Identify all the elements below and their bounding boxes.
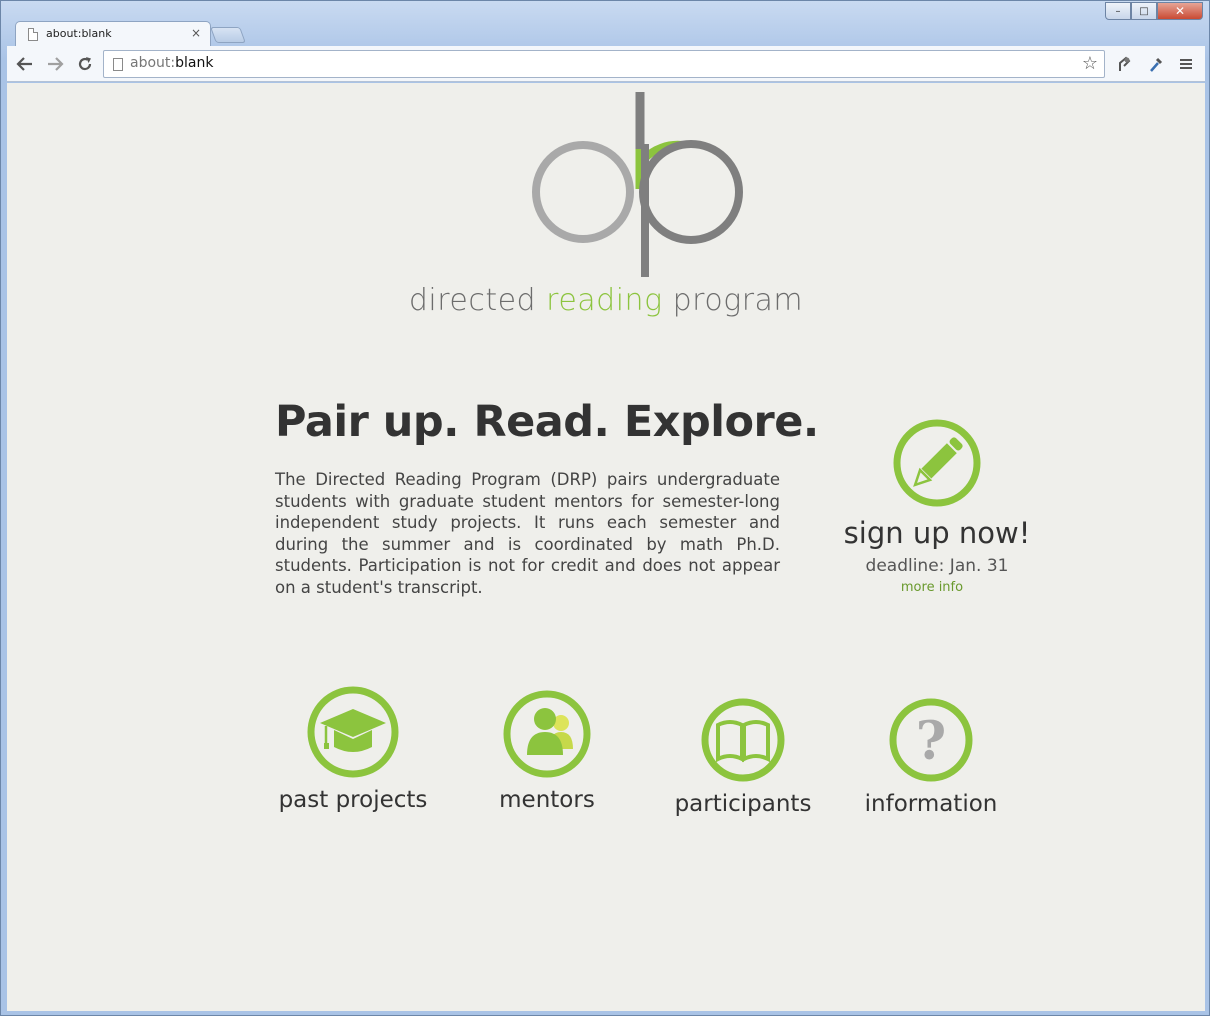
url-text[interactable]: about:blank	[130, 55, 213, 71]
signup-title[interactable]: sign up now!	[837, 516, 1037, 550]
browser-window: about:blank × – □ ✕ about:blank ☆ direct…	[0, 0, 1210, 1016]
tile-label-information: information	[864, 791, 998, 817]
logo-word-directed: directed	[408, 283, 537, 318]
pencil-icon[interactable]	[892, 418, 982, 508]
svg-text:?: ?	[916, 711, 946, 772]
page-favicon-icon	[28, 28, 38, 41]
maximize-button[interactable]: □	[1131, 2, 1157, 20]
tile-past-projects[interactable]: past projects	[263, 685, 443, 813]
reload-icon	[78, 57, 92, 71]
menu-icon[interactable]	[1175, 53, 1197, 75]
reload-button[interactable]	[73, 52, 97, 76]
tile-label-past-projects: past projects	[278, 787, 428, 813]
new-tab-button[interactable]	[210, 27, 246, 43]
logo-wordmark: directed reading program	[7, 283, 1205, 318]
tile-information[interactable]: ? information	[841, 697, 1021, 817]
forward-button[interactable]	[43, 52, 67, 76]
back-arrow-icon	[16, 57, 32, 71]
eyedropper-icon[interactable]	[1145, 53, 1167, 75]
page-icon	[113, 58, 123, 71]
title-bar: about:blank × – □ ✕	[1, 1, 1209, 47]
back-button[interactable]	[13, 52, 37, 76]
extension-icon[interactable]	[1113, 53, 1135, 75]
window-controls: – □ ✕	[1105, 2, 1203, 20]
open-book-icon[interactable]	[700, 697, 786, 783]
page-headline: Pair up. Read. Explore.	[275, 397, 819, 447]
tile-participants[interactable]: participants	[653, 697, 833, 817]
tab-close-icon[interactable]: ×	[191, 26, 201, 40]
url-scheme: about:	[130, 55, 176, 71]
people-icon[interactable]	[502, 689, 592, 779]
page-viewport: directed reading program Pair up. Read. …	[7, 83, 1205, 1011]
tile-label-participants: participants	[674, 791, 812, 817]
forward-arrow-icon	[48, 57, 64, 71]
bookmark-star-icon[interactable]: ☆	[1082, 53, 1098, 74]
question-mark-icon[interactable]: ?	[888, 697, 974, 783]
browser-tab[interactable]: about:blank ×	[15, 21, 211, 47]
address-bar[interactable]: about:blank ☆	[103, 50, 1105, 78]
close-window-button[interactable]: ✕	[1157, 2, 1203, 20]
minimize-button[interactable]: –	[1105, 2, 1131, 20]
tab-title: about:blank	[46, 27, 112, 40]
intro-paragraph: The Directed Reading Program (DRP) pairs…	[275, 470, 780, 597]
signup-deadline: deadline: Jan. 31	[865, 556, 1009, 576]
more-info-link[interactable]: more info	[901, 580, 963, 595]
logo-word-reading: reading	[546, 283, 663, 318]
tile-label-mentors: mentors	[499, 787, 595, 813]
logo-word-program: program	[672, 283, 804, 318]
signup-block: sign up now! deadline: Jan. 31 more info	[837, 418, 1037, 595]
url-host: blank	[175, 55, 214, 71]
tile-mentors[interactable]: mentors	[457, 689, 637, 813]
drp-logo[interactable]	[527, 89, 747, 279]
graduation-cap-icon[interactable]	[306, 685, 400, 779]
browser-toolbar: about:blank ☆	[7, 46, 1205, 82]
